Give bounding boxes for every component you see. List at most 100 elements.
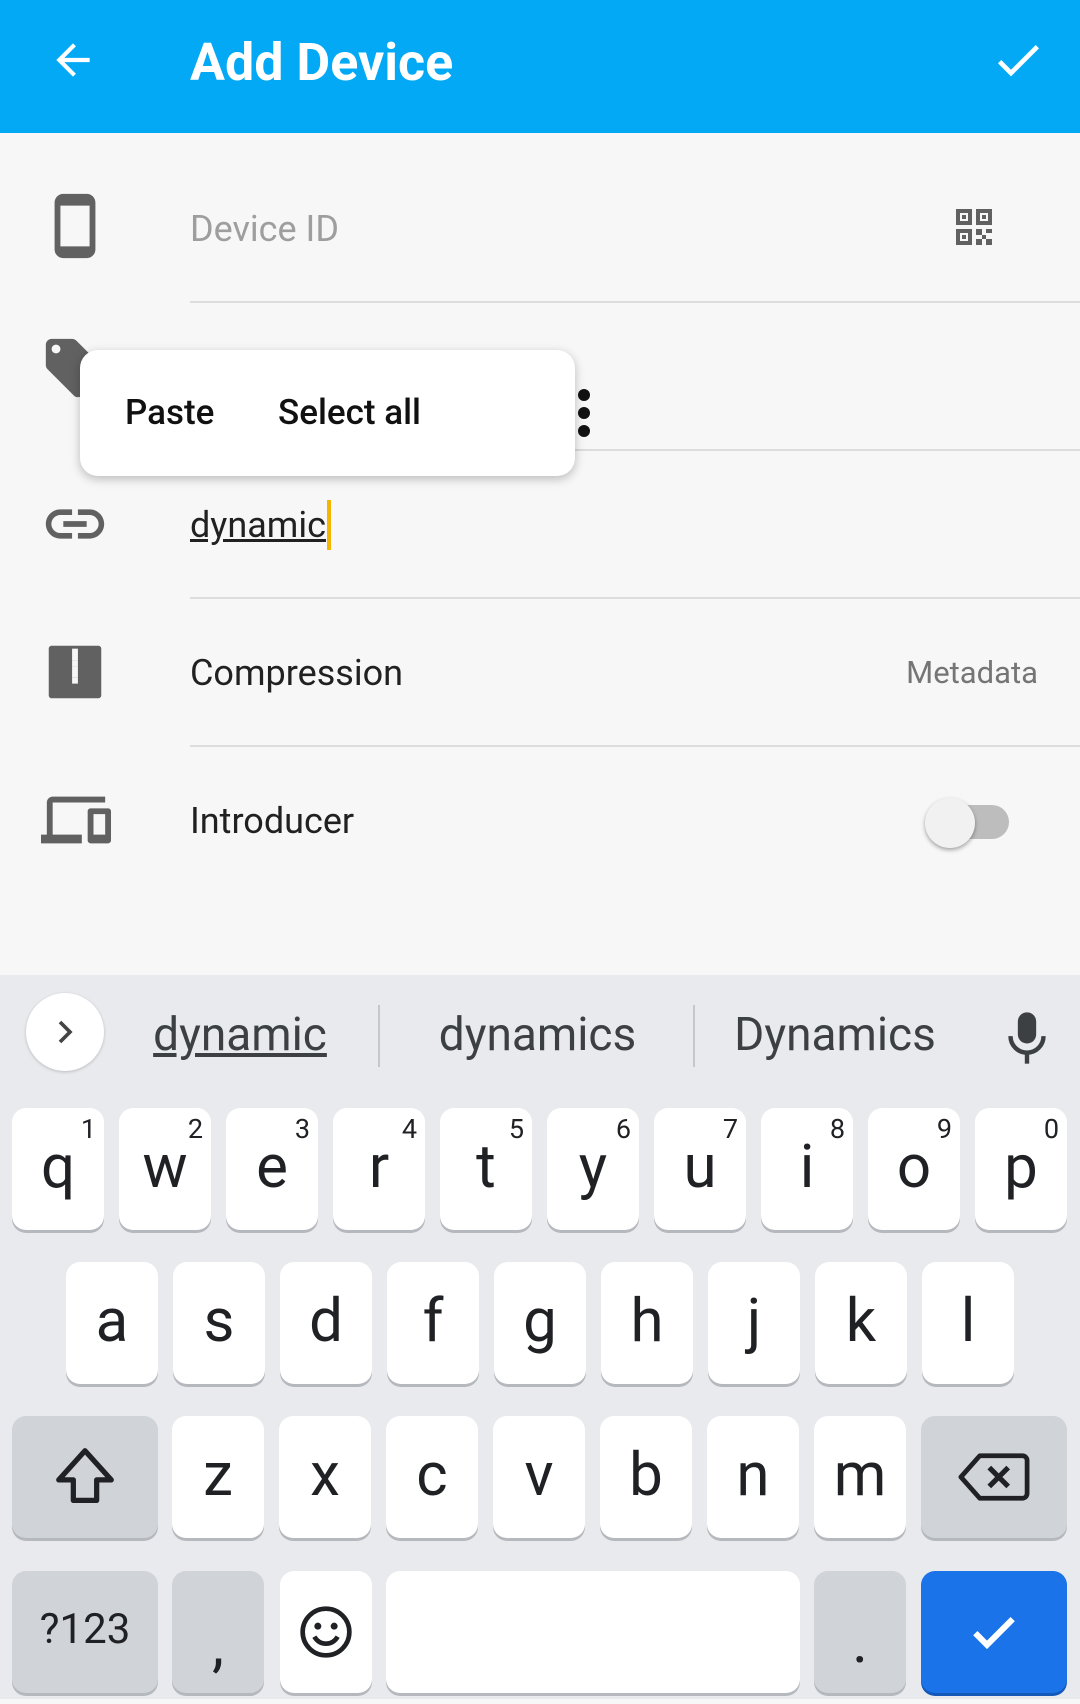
key-r[interactable]: r4 [333,1108,425,1230]
key-m[interactable]: m [814,1416,906,1538]
shift-key[interactable] [12,1416,158,1538]
key-v[interactable]: v [493,1416,585,1538]
text-selection-popup: Paste Select all [80,350,590,476]
suggestion-separator [693,1005,695,1067]
phone-icon [54,193,96,259]
key-o[interactable]: o9 [868,1108,960,1230]
compression-row[interactable]: Compression Metadata [0,599,1080,747]
text-cursor [326,500,331,551]
symbols-key[interactable]: ?123 [12,1571,158,1693]
period-key-label: . [852,1606,868,1677]
qr-code-scan-icon[interactable] [950,203,998,251]
key-z[interactable]: z [172,1416,264,1538]
suggestion-3[interactable]: Dynamics [725,975,945,1095]
enter-done-key[interactable] [921,1571,1067,1693]
key-number-hint: 0 [1043,1113,1059,1145]
more-options-icon[interactable] [577,388,591,438]
devices-icon [41,796,111,844]
key-label: f [422,1285,444,1356]
key-p[interactable]: p0 [975,1108,1067,1230]
key-k[interactable]: k [815,1262,907,1384]
soft-keyboard: dynamic dynamics Dynamics q1w2e3r4t5y6u7… [0,975,1080,1699]
key-a[interactable]: a [66,1262,158,1384]
suggestion-1[interactable]: dynamic [130,975,350,1095]
done-check-icon [973,1617,1015,1650]
key-h[interactable]: h [601,1262,693,1384]
key-label: a [95,1285,129,1356]
key-l[interactable]: l [922,1262,1014,1384]
key-label: v [524,1439,554,1510]
key-x[interactable]: x [279,1416,371,1538]
key-label: l [960,1285,976,1356]
key-b[interactable]: b [600,1416,692,1538]
paste-menu-item[interactable]: Paste [125,350,214,476]
key-d[interactable]: d [280,1262,372,1384]
key-y[interactable]: y6 [547,1108,639,1230]
chevron-right-icon [58,1020,73,1044]
introducer-row: Introducer [0,747,1080,895]
key-label: k [845,1285,877,1356]
key-number-hint: 7 [722,1113,738,1145]
shift-arrow-icon [56,1448,114,1503]
key-n[interactable]: n [707,1416,799,1538]
key-w[interactable]: w2 [119,1108,211,1230]
backspace-icon [958,1453,1030,1501]
key-label: x [310,1439,340,1510]
introducer-label: Introducer [190,800,355,842]
microphone-icon[interactable] [1005,1010,1049,1066]
key-label: s [203,1285,235,1356]
compression-value: Metadata [906,654,1038,691]
key-number-hint: 5 [508,1113,524,1145]
archive-zip-icon [48,645,102,699]
key-label: m [833,1439,887,1510]
key-f[interactable]: f [387,1262,479,1384]
space-key[interactable] [386,1571,800,1693]
key-g[interactable]: g [494,1262,586,1384]
suggestion-strip: dynamic dynamics Dynamics [0,975,1080,1075]
key-t[interactable]: t5 [440,1108,532,1230]
back-arrow-icon[interactable] [48,35,98,85]
key-label: z [203,1439,233,1510]
address-value: dynamic [190,504,326,546]
comma-key-label: , [212,1609,224,1680]
switch-thumb [925,798,975,848]
key-label: d [309,1285,343,1356]
key-label: c [416,1439,448,1510]
period-key[interactable]: . [814,1571,906,1693]
introducer-switch[interactable] [925,795,1010,848]
comma-key[interactable]: , [172,1571,264,1693]
key-q[interactable]: q1 [12,1108,104,1230]
key-label: n [736,1439,770,1510]
symbols-key-label: ?123 [39,1605,131,1654]
key-j[interactable]: j [708,1262,800,1384]
backspace-key[interactable] [921,1416,1067,1538]
key-s[interactable]: s [173,1262,265,1384]
key-label: h [630,1285,664,1356]
expand-toolbar-button[interactable] [26,993,104,1071]
key-number-hint: 2 [187,1113,203,1145]
emoji-icon [300,1606,352,1658]
key-i[interactable]: i8 [761,1108,853,1230]
key-label: j [746,1285,762,1356]
key-c[interactable]: c [386,1416,478,1538]
page-title: Add Device [190,32,454,93]
key-number-hint: 3 [294,1113,310,1145]
app-bar: Add Device [0,0,1080,133]
suggestion-2[interactable]: dynamics [420,975,655,1095]
key-e[interactable]: e3 [226,1108,318,1230]
key-number-hint: 4 [401,1113,417,1145]
key-number-hint: 1 [80,1113,96,1145]
key-number-hint: 9 [936,1113,952,1145]
key-number-hint: 8 [829,1113,845,1145]
compression-label: Compression [190,652,404,694]
suggestion-separator [378,1005,380,1067]
device-id-row: Device ID [0,155,1080,303]
select-all-menu-item[interactable]: Select all [278,350,421,476]
link-icon [45,509,105,539]
emoji-key[interactable] [280,1571,372,1693]
key-label: g [523,1285,557,1356]
confirm-check-icon[interactable] [990,32,1046,88]
key-label: b [629,1439,663,1510]
device-id-field[interactable]: Device ID [190,155,339,303]
key-u[interactable]: u7 [654,1108,746,1230]
